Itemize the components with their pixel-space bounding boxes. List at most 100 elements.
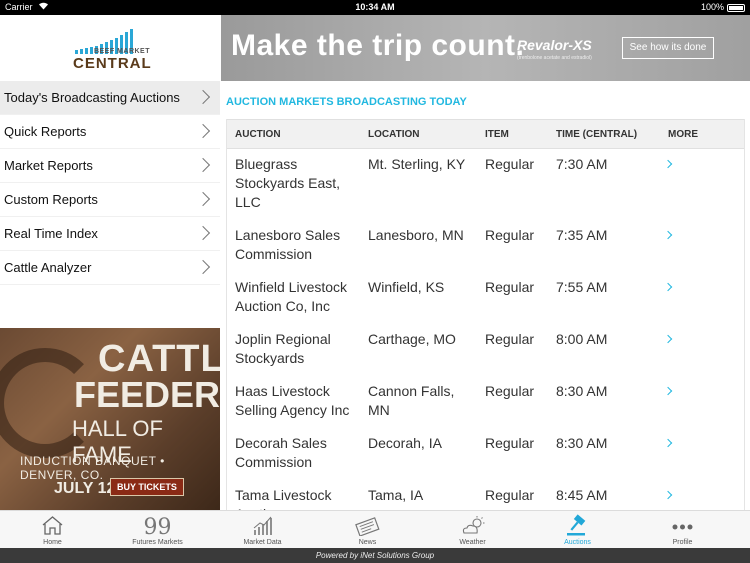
battery-icon bbox=[727, 4, 745, 12]
cell-item: Regular bbox=[485, 487, 535, 503]
column-header-location: LOCATION bbox=[368, 129, 420, 140]
sidebar-item-label: Cattle Analyzer bbox=[4, 260, 92, 275]
logo-main-text: CENTRAL bbox=[73, 55, 152, 72]
home-icon bbox=[0, 514, 105, 536]
chevron-right-icon bbox=[195, 123, 211, 139]
cell-item: Regular bbox=[485, 279, 535, 295]
more-chevron-icon[interactable] bbox=[663, 278, 675, 297]
status-bar: Carrier 10:34 AM 100% bbox=[0, 0, 750, 15]
powered-by-footer: Powered by iNet Solutions Group bbox=[0, 548, 750, 563]
tab-news[interactable]: News bbox=[315, 511, 420, 549]
sidebar-item-cattle-analyzer[interactable]: Cattle Analyzer bbox=[0, 251, 220, 285]
cell-auction: Decorah Sales Commission bbox=[235, 435, 327, 470]
sidebar-item-real-time-index[interactable]: Real Time Index bbox=[0, 217, 220, 251]
sidebar-item-label: Quick Reports bbox=[4, 124, 87, 139]
chevron-right-icon bbox=[195, 225, 211, 241]
cell-location: Cannon Falls, MN bbox=[368, 383, 455, 418]
sidebar-item-custom-reports[interactable]: Custom Reports bbox=[0, 183, 220, 217]
tab-auctions[interactable]: Auctions bbox=[525, 511, 630, 549]
chart-icon bbox=[210, 514, 315, 536]
tab-label: Home bbox=[43, 539, 62, 546]
app-logo: BEEF MARKET CENTRAL bbox=[0, 15, 220, 81]
app-window: Carrier 10:34 AM 100% BEEF MARKET CENTRA… bbox=[0, 0, 750, 563]
battery-percent: 100% bbox=[700, 2, 724, 12]
cell-item: Regular bbox=[485, 227, 535, 243]
sidebar-item-label: Today's Broadcasting Auctions bbox=[4, 90, 180, 105]
tab-label: Auctions bbox=[564, 539, 591, 546]
sidebar-item-market-reports[interactable]: Market Reports bbox=[0, 149, 220, 183]
table-row[interactable]: Lanesboro Sales Commission Lanesboro, MN… bbox=[227, 220, 744, 272]
table-row[interactable]: Tama Livestock Auction Tama, IA Regular … bbox=[227, 480, 744, 511]
tab-label: Market Data bbox=[243, 539, 282, 546]
sidebar-item-todays-broadcasting-auctions[interactable]: Today's Broadcasting Auctions bbox=[0, 81, 220, 115]
cell-time: 7:35 AM bbox=[556, 227, 608, 243]
sidebar-item-label: Market Reports bbox=[4, 158, 93, 173]
sidebar-item-quick-reports[interactable]: Quick Reports bbox=[0, 115, 220, 149]
more-chevron-icon[interactable] bbox=[663, 330, 675, 349]
table-row[interactable]: Bluegrass Stockyards East, LLC Mt. Sterl… bbox=[227, 149, 744, 220]
banner-ad-cta-button[interactable]: See how its done bbox=[622, 37, 714, 59]
more-chevron-icon[interactable] bbox=[663, 226, 675, 245]
column-header-auction: AUCTION bbox=[235, 129, 281, 140]
clock: 10:34 AM bbox=[355, 2, 395, 12]
cell-auction: Haas Livestock Selling Agency Inc bbox=[235, 383, 350, 418]
banner-ad-brand-sub: (trenbolone acetate and estradiol) bbox=[517, 55, 592, 61]
cell-location: Winfield, KS bbox=[368, 279, 445, 295]
tab-market-data[interactable]: Market Data bbox=[210, 511, 315, 549]
banner-ad[interactable]: Make the trip count. Revalor-XS (trenbol… bbox=[221, 15, 750, 81]
tab-weather[interactable]: Weather bbox=[420, 511, 525, 549]
table-row[interactable]: Haas Livestock Selling Agency Inc Cannon… bbox=[227, 376, 744, 428]
auctions-table: AUCTION LOCATION ITEM TIME (CENTRAL) MOR… bbox=[226, 119, 745, 511]
cell-location: Lanesboro, MN bbox=[368, 227, 464, 243]
cell-location: Carthage, MO bbox=[368, 331, 456, 347]
cell-location: Tama, IA bbox=[368, 487, 424, 503]
cell-auction: Bluegrass Stockyards East, LLC bbox=[235, 156, 341, 210]
cell-time: 8:45 AM bbox=[556, 487, 608, 503]
cell-location: Decorah, IA bbox=[368, 435, 442, 451]
sidebar-menu: Today's Broadcasting Auctions Quick Repo… bbox=[0, 81, 220, 285]
table-header: AUCTION LOCATION ITEM TIME (CENTRAL) MOR… bbox=[227, 119, 744, 149]
cell-auction: Winfield Livestock Auction Co, Inc bbox=[235, 279, 348, 314]
table-body: Bluegrass Stockyards East, LLC Mt. Sterl… bbox=[227, 149, 744, 511]
weather-icon bbox=[420, 514, 525, 536]
more-icon bbox=[630, 514, 735, 536]
svg-text:99: 99 bbox=[144, 515, 172, 536]
cell-auction: Lanesboro Sales Commission bbox=[235, 227, 341, 262]
newspaper-icon bbox=[315, 514, 420, 537]
cell-auction: Tama Livestock Auction bbox=[235, 487, 332, 511]
tab-label: Profile bbox=[672, 539, 693, 546]
column-header-item: ITEM bbox=[485, 129, 509, 140]
more-chevron-icon[interactable] bbox=[663, 486, 675, 505]
cell-time: 7:55 AM bbox=[556, 279, 608, 295]
sidebar-item-label: Custom Reports bbox=[4, 192, 98, 207]
tab-profile[interactable]: Profile bbox=[630, 511, 735, 549]
cell-time: 8:30 AM bbox=[556, 435, 608, 451]
cell-item: Regular bbox=[485, 435, 535, 451]
cell-time: 8:00 AM bbox=[556, 331, 608, 347]
cell-auction: Joplin Regional Stockyards bbox=[235, 331, 331, 366]
tab-futures-markets[interactable]: 99 Futures Markets bbox=[105, 511, 210, 549]
chevron-right-icon bbox=[195, 157, 211, 173]
page-title: AUCTION MARKETS BROADCASTING TODAY bbox=[226, 96, 467, 108]
more-chevron-icon[interactable] bbox=[663, 434, 675, 453]
side-ad-date: JULY 12 bbox=[54, 480, 116, 497]
more-chevron-icon[interactable] bbox=[663, 382, 675, 401]
cell-item: Regular bbox=[485, 331, 535, 347]
table-row[interactable]: Joplin Regional Stockyards Carthage, MO … bbox=[227, 324, 744, 376]
cell-time: 7:30 AM bbox=[556, 156, 608, 172]
chevron-right-icon bbox=[195, 191, 211, 207]
tab-label: Weather bbox=[459, 539, 486, 546]
column-header-time: TIME (CENTRAL) bbox=[556, 129, 638, 140]
table-row[interactable]: Decorah Sales Commission Decorah, IA Reg… bbox=[227, 428, 744, 480]
tab-label: News bbox=[358, 539, 377, 546]
tab-label: Futures Markets bbox=[132, 539, 183, 546]
table-row[interactable]: Winfield Livestock Auction Co, Inc Winfi… bbox=[227, 272, 744, 324]
more-chevron-icon[interactable] bbox=[663, 155, 675, 174]
tab-home[interactable]: Home bbox=[0, 511, 105, 549]
side-ad[interactable]: CATTLE FEEDERS HALL OF FAME INDUCTION BA… bbox=[0, 328, 220, 510]
logo-top-text: BEEF MARKET bbox=[93, 48, 150, 55]
buy-tickets-button[interactable]: BUY TICKETS bbox=[110, 478, 184, 496]
tab-bar: Home 99 Futures Markets Market Data News… bbox=[0, 510, 750, 548]
quote-icon: 99 bbox=[105, 514, 210, 540]
side-ad-line2: FEEDERS bbox=[74, 374, 220, 415]
